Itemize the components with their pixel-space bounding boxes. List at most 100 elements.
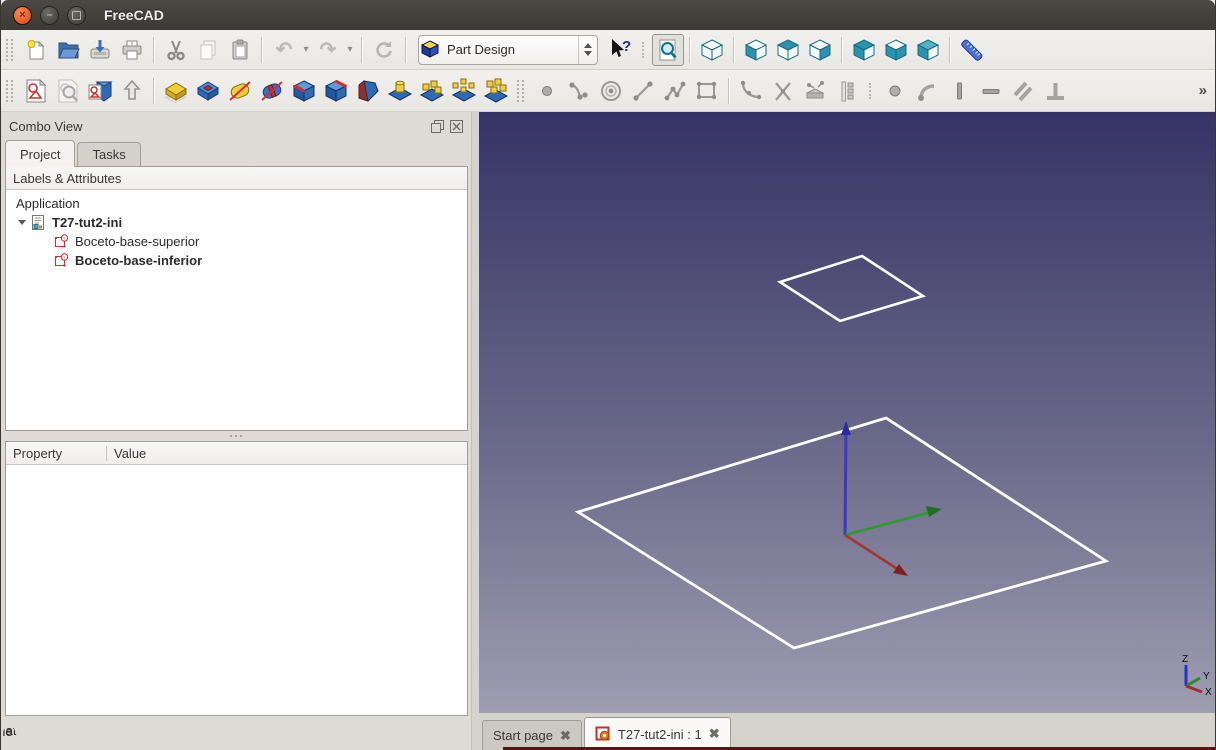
whats-this-button[interactable]: ? bbox=[604, 34, 636, 66]
fit-all-button[interactable] bbox=[652, 33, 684, 66]
workbench-cube-icon bbox=[420, 39, 440, 58]
mdi-tab-document[interactable]: T27-tut2-ini : 1 ✖ bbox=[583, 717, 731, 750]
circle-icon bbox=[601, 80, 621, 101]
tree-item-document[interactable]: T27-tut2-ini bbox=[6, 213, 467, 232]
value-column-header[interactable]: Value bbox=[107, 446, 146, 461]
panel-splitter[interactable] bbox=[1, 431, 471, 441]
tab-tasks[interactable]: Tasks bbox=[77, 142, 141, 167]
tab-project[interactable]: Project bbox=[5, 140, 76, 167]
minimize-window-button[interactable]: – bbox=[40, 5, 59, 25]
expander-icon[interactable] bbox=[18, 220, 26, 225]
view-sketch-button[interactable] bbox=[52, 75, 84, 107]
measure-distance-button[interactable] bbox=[956, 34, 988, 66]
refresh-button[interactable] bbox=[368, 34, 400, 66]
undo-button[interactable]: ↶ bbox=[268, 34, 300, 66]
workbench-selector[interactable]: Part Design bbox=[418, 34, 598, 65]
property-column-header[interactable]: Property bbox=[6, 445, 107, 461]
axis-y-label: Y bbox=[1203, 671, 1210, 682]
constrain-perpendicular-button[interactable] bbox=[1039, 75, 1071, 107]
undo-menu-button[interactable]: ▾ bbox=[300, 44, 312, 55]
top-view-button[interactable] bbox=[772, 34, 804, 66]
create-sketch-button[interactable] bbox=[20, 75, 52, 107]
redo-button[interactable]: ↷ bbox=[312, 34, 344, 66]
external-geometry-button[interactable] bbox=[799, 75, 831, 107]
sketch-rectangle-button[interactable] bbox=[691, 75, 723, 107]
property-table-body[interactable] bbox=[6, 465, 467, 715]
separator bbox=[689, 36, 691, 63]
mirrored-button[interactable] bbox=[384, 75, 416, 107]
arc-icon bbox=[569, 81, 588, 100]
sketch-polyline-button[interactable] bbox=[659, 75, 691, 107]
sketch-superior-wireframe[interactable] bbox=[776, 254, 927, 323]
edit-controls-button[interactable] bbox=[831, 75, 863, 107]
sketch-inferior-wireframe[interactable] bbox=[574, 416, 1110, 650]
property-table-header: Property Value bbox=[6, 442, 467, 465]
linear-pattern-button[interactable] bbox=[416, 75, 448, 107]
open-folder-button[interactable] bbox=[52, 34, 84, 66]
draft-button[interactable] bbox=[352, 75, 384, 107]
toolbar-handle[interactable] bbox=[869, 82, 873, 99]
groove-button[interactable] bbox=[256, 75, 288, 107]
maximize-window-button[interactable] bbox=[67, 5, 86, 25]
freecad-document-icon bbox=[595, 726, 610, 741]
tree-item-sketch-superior[interactable]: Boceto-base-superior bbox=[6, 232, 467, 251]
save-button[interactable] bbox=[84, 34, 116, 66]
left-view-button[interactable] bbox=[912, 34, 944, 66]
constrain-coincident-button[interactable] bbox=[879, 75, 911, 107]
map-sketch-to-face-button[interactable] bbox=[84, 75, 116, 107]
workbench-spinner[interactable] bbox=[578, 35, 597, 64]
external-geometry-icon bbox=[805, 80, 825, 98]
close-panel-icon[interactable] bbox=[450, 119, 463, 133]
tree-header: Labels & Attributes bbox=[6, 167, 467, 190]
rear-view-button[interactable] bbox=[848, 34, 880, 66]
float-panel-icon[interactable] bbox=[431, 119, 444, 133]
trim-edge-button[interactable] bbox=[767, 75, 799, 107]
multi-transform-button[interactable] bbox=[480, 75, 512, 107]
toolbar-handle[interactable] bbox=[642, 41, 646, 58]
sketch-arc-button[interactable] bbox=[563, 75, 595, 107]
leave-sketch-button[interactable] bbox=[116, 75, 148, 107]
sketch-line-button[interactable] bbox=[627, 75, 659, 107]
cut-button[interactable] bbox=[160, 34, 192, 66]
tree-item-sketch-inferior[interactable]: Boceto-base-inferior bbox=[6, 251, 467, 270]
close-tab-icon[interactable]: ✖ bbox=[709, 726, 720, 742]
chamfer-button[interactable] bbox=[320, 75, 352, 107]
right-view-button[interactable] bbox=[804, 34, 836, 66]
front-view-button[interactable] bbox=[740, 34, 772, 66]
constrain-parallel-button[interactable] bbox=[1007, 75, 1039, 107]
close-tab-icon[interactable]: ✖ bbox=[560, 728, 571, 744]
toolbar-handle[interactable] bbox=[6, 38, 13, 61]
revolution-button[interactable] bbox=[224, 75, 256, 107]
constrain-tangent-button[interactable] bbox=[911, 75, 943, 107]
close-window-button[interactable]: × bbox=[13, 5, 32, 25]
sketch-fillet-button[interactable] bbox=[735, 75, 767, 107]
mdi-tab-start-page[interactable]: Start page ✖ bbox=[482, 720, 582, 750]
print-button[interactable] bbox=[116, 34, 148, 66]
pad-button[interactable] bbox=[160, 75, 192, 107]
sketch-point-button[interactable] bbox=[531, 75, 563, 107]
model-tree: Application T27-tut2-ini Boceto-base-sup… bbox=[6, 190, 467, 430]
fillet-button[interactable] bbox=[288, 75, 320, 107]
panel-viewport-splitter[interactable] bbox=[471, 112, 479, 750]
separator bbox=[153, 77, 155, 104]
toolbar-handle[interactable] bbox=[517, 79, 524, 102]
polar-pattern-button[interactable] bbox=[448, 75, 480, 107]
3d-viewport[interactable]: Z Y X bbox=[479, 112, 1215, 713]
tree-item-application[interactable]: Application bbox=[6, 194, 467, 213]
sketch-circle-button[interactable] bbox=[595, 75, 627, 107]
toolbar-handle[interactable] bbox=[6, 79, 13, 102]
paste-button[interactable] bbox=[224, 34, 256, 66]
new-document-button[interactable] bbox=[20, 34, 52, 66]
constrain-vertical-button[interactable] bbox=[943, 75, 975, 107]
redo-menu-button[interactable]: ▾ bbox=[344, 44, 356, 55]
axonometric-view-button[interactable] bbox=[696, 34, 728, 66]
pocket-button[interactable] bbox=[192, 75, 224, 107]
tree-header-label: Labels & Attributes bbox=[13, 170, 122, 186]
constrain-horizontal-button[interactable] bbox=[975, 75, 1007, 107]
measure-ruler-icon bbox=[961, 39, 983, 61]
bottom-view-button[interactable] bbox=[880, 34, 912, 66]
copy-button[interactable] bbox=[192, 34, 224, 66]
front-view-cube-icon bbox=[744, 38, 768, 61]
toolbar-file-view: ↶ ▾ ↷ ▾ Part Design ? bbox=[1, 30, 1215, 70]
toolbar-overflow-button[interactable]: » bbox=[1199, 82, 1207, 99]
